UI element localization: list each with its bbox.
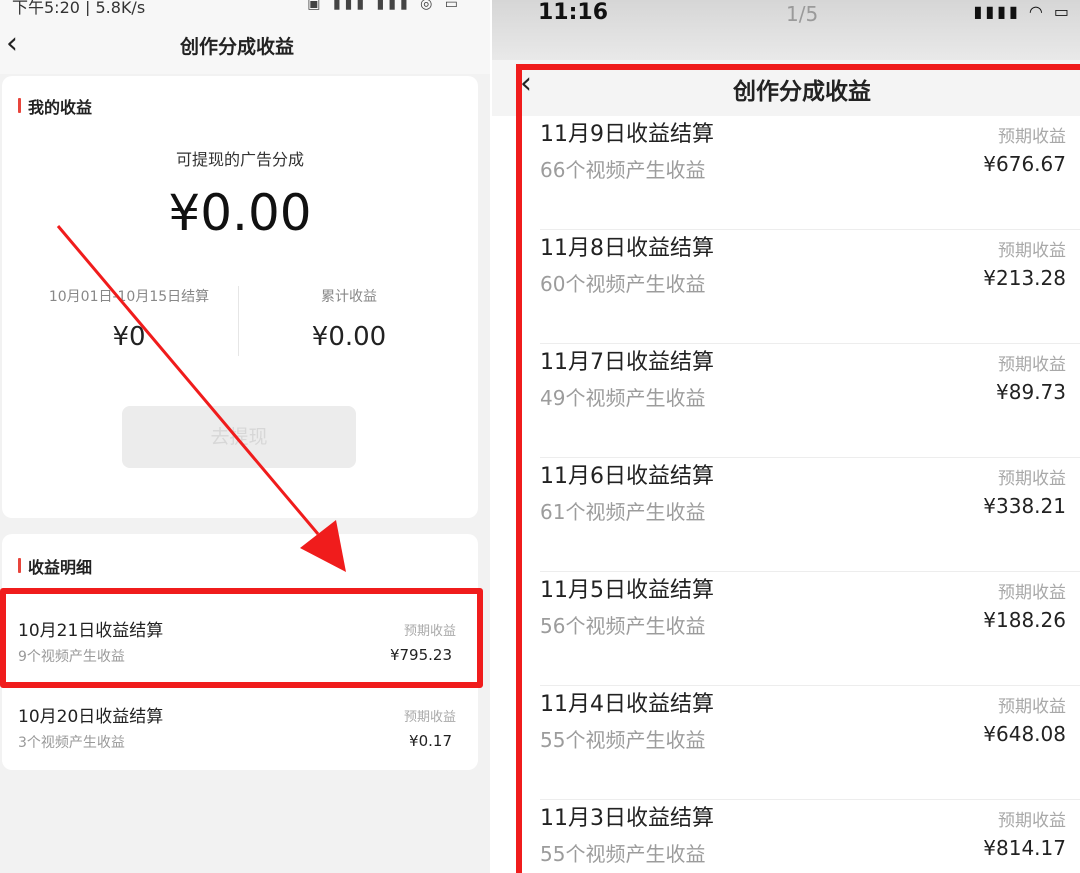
item-pred-label: 预期收益 bbox=[403, 710, 456, 725]
cumulative-earnings: 累计收益 ¥0.00 bbox=[234, 286, 464, 352]
section-marker bbox=[18, 98, 21, 113]
status-icons: ▮▮▮▮ ◠ ▭ bbox=[973, 2, 1072, 21]
withdraw-button[interactable]: 去提现 bbox=[122, 406, 356, 468]
item-subtitle: 3个视频产生收益 bbox=[18, 735, 125, 751]
my-earnings-card: 我的收益 可提现的广告分成 ¥0.00 10月01日-10月15日结算 ¥0 累… bbox=[2, 76, 478, 518]
status-bar: 11:16 1/5 ▮▮▮▮ ◠ ▭ bbox=[492, 0, 1080, 60]
page-indicator: 1/5 bbox=[786, 2, 819, 26]
item-pred-value: ¥0.17 bbox=[409, 732, 452, 750]
highlight-box-left bbox=[0, 588, 483, 688]
highlight-box-right bbox=[516, 64, 1080, 873]
list-item[interactable]: 10月20日收益结算 3个视频产生收益 预期收益 ¥0.17 bbox=[2, 692, 478, 772]
section-title-details: 收益明细 bbox=[28, 558, 93, 577]
item-title: 10月20日收益结算 bbox=[18, 707, 164, 727]
left-phone-screen: 下午5:20 | 5.8K/s ▣ ▮▮▮ ▮▮▮ ◎ ▭ ‹ 创作分成收益 我… bbox=[0, 0, 490, 873]
cumulative-label: 累计收益 bbox=[321, 289, 377, 305]
nav-bar: ‹ 创作分成收益 bbox=[0, 16, 490, 74]
section-marker bbox=[18, 558, 21, 573]
cumulative-amount: ¥0.00 bbox=[311, 322, 387, 352]
section-title-my-earnings: 我的收益 bbox=[28, 98, 93, 117]
withdrawable-amount: ¥0.00 bbox=[168, 184, 312, 242]
period-amount: ¥0 bbox=[112, 322, 146, 352]
period-earnings: 10月01日-10月15日结算 ¥0 bbox=[14, 286, 244, 352]
status-bar: 下午5:20 | 5.8K/s ▣ ▮▮▮ ▮▮▮ ◎ ▭ bbox=[0, 0, 490, 17]
period-label: 10月01日-10月15日结算 bbox=[48, 289, 210, 305]
page-title: 创作分成收益 bbox=[179, 36, 294, 58]
status-icons: ▣ ▮▮▮ ▮▮▮ ◎ ▭ bbox=[307, 0, 462, 12]
withdrawable-label: 可提现的广告分成 bbox=[175, 150, 304, 169]
status-time: 11:16 bbox=[538, 0, 609, 25]
